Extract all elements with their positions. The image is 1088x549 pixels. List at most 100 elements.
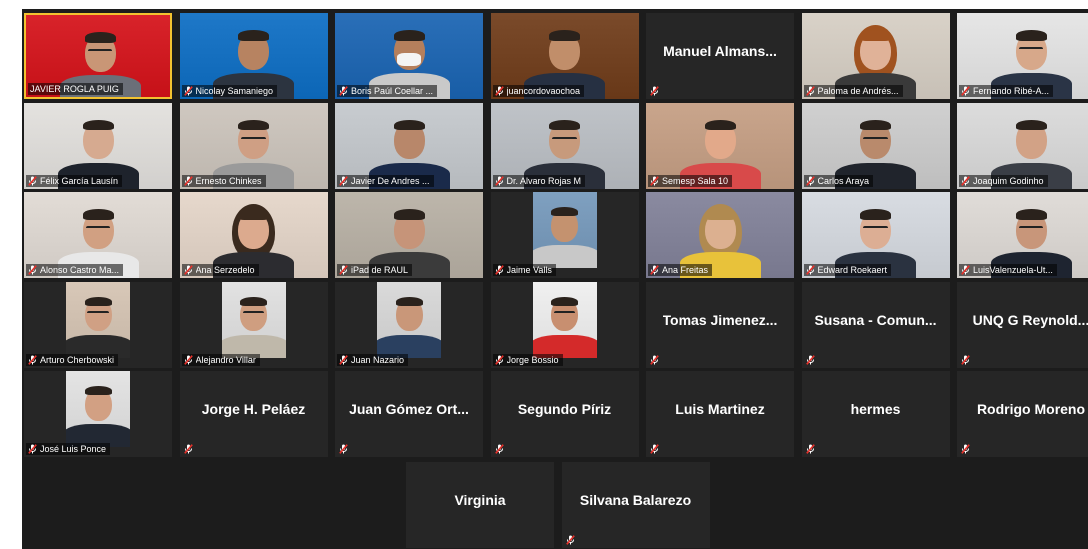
participant-name-label: iPad de RAUL bbox=[337, 264, 413, 276]
participant-silhouette bbox=[66, 371, 130, 447]
participant-name: José Luis Ponce bbox=[40, 444, 107, 454]
participant-name-placeholder: Rodrigo Moreno bbox=[957, 371, 1088, 447]
participant-name: Ana Freitas bbox=[662, 265, 709, 275]
participant-tile[interactable]: Jorge H. Peláez bbox=[179, 371, 328, 457]
participant-tile[interactable]: Alejandro Villar bbox=[179, 281, 328, 368]
participant-name-placeholder: hermes bbox=[802, 371, 950, 447]
participant-name: Dr. Alvaro Rojas M bbox=[506, 175, 582, 186]
participant-name-label: Paloma de Andrés... bbox=[803, 85, 903, 97]
participant-tile[interactable]: Félix García Lausín bbox=[24, 102, 172, 189]
participant-tile[interactable]: Fernando Ribé-A... bbox=[957, 13, 1088, 99]
participant-tile[interactable]: Rodrigo Moreno bbox=[957, 371, 1088, 457]
participant-name-label: Félix García Lausín bbox=[26, 174, 123, 187]
participant-tile[interactable]: Jaime Valls bbox=[490, 192, 639, 278]
participant-tile[interactable]: Alonso Castro Ma... bbox=[24, 192, 172, 278]
participant-name-label: Alejandro Villar bbox=[181, 353, 260, 366]
participant-tile[interactable]: Carlos Araya bbox=[801, 102, 950, 189]
participant-tile[interactable]: Edward Roekaert bbox=[801, 192, 950, 278]
participant-name-label: Ana Freitas bbox=[648, 264, 713, 276]
participant-name-placeholder: Jorge H. Peláez bbox=[180, 371, 328, 447]
mic-muted-icon bbox=[183, 444, 193, 454]
participant-tile[interactable]: Joaquim Godinho bbox=[957, 102, 1088, 189]
participant-tile[interactable]: Arturo Cherbowski bbox=[24, 281, 172, 368]
participant-tile[interactable]: Manuel Almans... bbox=[646, 13, 794, 99]
mic-muted-icon bbox=[805, 86, 815, 96]
mic-muted-icon bbox=[28, 265, 37, 275]
participant-tile[interactable]: Semesp Sala 10 bbox=[646, 102, 794, 189]
participant-name: Juan Gómez Ort... bbox=[349, 401, 469, 417]
mic-muted-icon bbox=[494, 175, 504, 186]
mic-muted-icon bbox=[961, 265, 970, 275]
mic-muted-icon bbox=[961, 86, 970, 96]
mic-muted-icon bbox=[565, 534, 575, 545]
participant-tile[interactable]: UNQ G Reynold... bbox=[957, 281, 1088, 368]
participant-tile[interactable]: Virginia bbox=[406, 461, 554, 548]
participant-name-label: Edward Roekaert bbox=[803, 264, 892, 276]
participant-name: Tomas Jimenez... bbox=[662, 311, 778, 328]
participant-tile[interactable]: JAVIER ROGLA PUIG bbox=[24, 13, 172, 99]
participant-tile[interactable]: Ana Freitas bbox=[646, 192, 794, 278]
participant-name: Silvana Balarezo bbox=[579, 491, 692, 508]
participant-tile[interactable]: Silvana Balarezo bbox=[561, 461, 710, 548]
participant-name: LuisValenzuela-Ut... bbox=[973, 265, 1053, 275]
participant-name-label: Juan Nazario bbox=[337, 353, 409, 366]
mic-muted-icon bbox=[494, 86, 504, 96]
participant-name: Luis Martinez bbox=[675, 401, 765, 417]
participant-name: Edward Roekaert bbox=[817, 265, 888, 275]
participant-tile[interactable]: Segundo Píriz bbox=[490, 371, 639, 457]
participant-name: Manuel Almans... bbox=[663, 43, 777, 59]
participant-name-label: Alonso Castro Ma... bbox=[26, 264, 124, 276]
mic-muted-icon bbox=[961, 444, 970, 454]
mic-muted-icon bbox=[805, 175, 815, 186]
participant-name-label: JAVIER ROGLA PUIG bbox=[28, 83, 123, 95]
participant-name-placeholder: UNQ G Reynold... bbox=[957, 282, 1088, 358]
participant-tile[interactable]: Jorge Bossio bbox=[490, 281, 639, 368]
participant-tile[interactable]: Javier De Andres ... bbox=[335, 102, 483, 189]
participant-name: Joaquim Godinho bbox=[973, 175, 1044, 186]
video-gallery: JAVIER ROGLA PUIG Nicolay Samaniego Boris … bbox=[22, 9, 1088, 549]
participant-name-placeholder: Manuel Almans... bbox=[646, 13, 794, 89]
mic-muted-icon bbox=[339, 444, 348, 454]
participant-tile[interactable]: Boris Paúl Coellar ... bbox=[335, 13, 483, 99]
participant-tile[interactable]: Nicolay Samaniego bbox=[179, 13, 328, 99]
participant-tile[interactable]: Dr. Alvaro Rojas M bbox=[490, 102, 639, 189]
participant-tile[interactable]: Ernesto Chinkes bbox=[179, 102, 328, 189]
participant-tile[interactable]: Juan Gómez Ort... bbox=[335, 371, 483, 457]
participant-name-label: juancordovaochoa bbox=[492, 85, 585, 97]
mic-muted-icon bbox=[339, 86, 348, 96]
participant-name: hermes bbox=[850, 401, 901, 417]
participant-name-label: Ana Serzedelo bbox=[181, 264, 259, 276]
participant-tile[interactable]: Juan Nazario bbox=[335, 281, 483, 368]
participant-tile[interactable]: LuisValenzuela-Ut... bbox=[957, 192, 1088, 278]
participant-name: juancordovaochoa bbox=[506, 86, 581, 96]
participant-name: iPad de RAUL bbox=[351, 265, 409, 275]
mic-muted-icon bbox=[28, 175, 37, 186]
participant-tile[interactable]: juancordovaochoa bbox=[490, 13, 639, 99]
participant-tile[interactable]: Susana - Comun... bbox=[801, 281, 950, 368]
participant-tile[interactable]: Luis Martinez bbox=[646, 371, 794, 457]
participant-tile[interactable]: José Luis Ponce bbox=[24, 371, 172, 457]
participant-name: Ernesto Chinkes bbox=[195, 175, 262, 186]
participant-silhouette bbox=[221, 282, 286, 358]
participant-tile[interactable]: hermes bbox=[801, 371, 950, 457]
participant-name-label: José Luis Ponce bbox=[26, 443, 111, 455]
participant-name: Jorge H. Peláez bbox=[201, 401, 306, 417]
participant-name-label: Arturo Cherbowski bbox=[26, 353, 119, 366]
participant-tile[interactable]: iPad de RAUL bbox=[335, 192, 483, 278]
participant-tile[interactable]: Paloma de Andrés... bbox=[801, 13, 950, 99]
participant-name: Arturo Cherbowski bbox=[40, 354, 115, 365]
participant-name: Juan Nazario bbox=[351, 354, 405, 365]
mic-muted-icon bbox=[183, 265, 193, 275]
mic-muted-icon bbox=[650, 86, 659, 96]
participant-name: Semesp Sala 10 bbox=[662, 175, 729, 186]
mic-muted-icon bbox=[805, 265, 815, 275]
participant-name-label: Dr. Alvaro Rojas M bbox=[492, 174, 586, 187]
participant-name: Carlos Araya bbox=[817, 175, 870, 186]
mic-muted-icon bbox=[183, 354, 193, 365]
participant-name: Nicolay Samaniego bbox=[195, 86, 274, 96]
mic-muted-icon bbox=[805, 354, 815, 365]
participant-name: Javier De Andres ... bbox=[351, 175, 430, 186]
participant-tile[interactable]: Tomas Jimenez... bbox=[646, 281, 794, 368]
participant-name: Ana Serzedelo bbox=[195, 265, 255, 275]
participant-tile[interactable]: Ana Serzedelo bbox=[179, 192, 328, 278]
